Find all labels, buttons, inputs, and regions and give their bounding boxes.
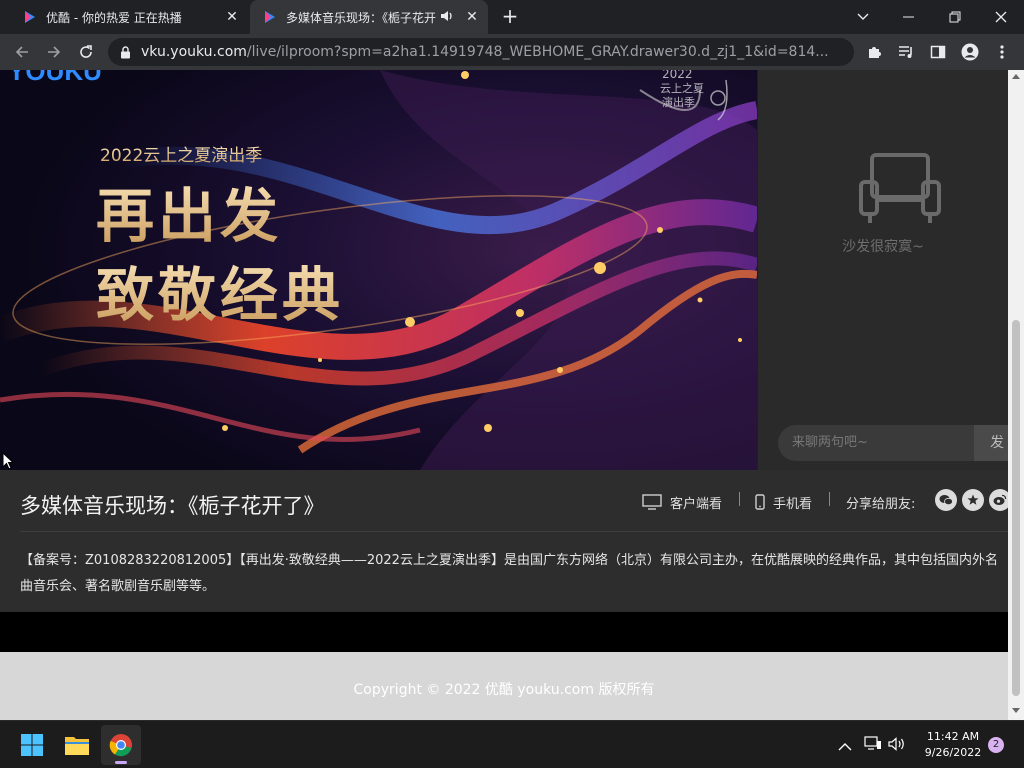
mobile-watch-link[interactable]: 手机看 [755,492,812,512]
client-watch-link[interactable]: 客户端看 [642,492,722,512]
send-button[interactable]: 发 [974,425,1008,461]
browser-menu-icon[interactable] [988,38,1016,66]
lock-icon[interactable] [120,45,131,59]
empty-chat-text: 沙发很寂寞~ [842,239,924,255]
youku-favicon [22,9,38,25]
corner-logo-year: 2022 [662,70,693,81]
tab-search-chevron-icon[interactable] [840,0,886,34]
tab-title: 多媒体音乐现场：《栀子花开了》 [286,10,436,25]
scrollbar-thumb[interactable] [1012,320,1020,696]
volume-icon[interactable] [888,736,906,755]
chat-input[interactable]: 来聊两句吧~ [778,425,974,461]
qzone-share-icon[interactable] [962,489,984,511]
video-frame-artwork: YOUKU 2022云上之夏演出季 再出发 致敬经典 2022 云上之夏 演出季 [0,70,757,470]
media-control-icon[interactable] [892,38,920,66]
url-path: /live/ilproom?spm=a2ha1.14919748_WEBHOME… [246,44,829,60]
tab-youku-home[interactable]: 优酷 - 你的热爱 正在热播 ✕ [8,0,248,34]
wechat-share-icon[interactable] [935,489,957,511]
clock-date: 9/26/2022 [924,746,982,759]
address-bar[interactable]: vku.youku.com/live/ilproom?spm=a2ha1.149… [108,38,854,66]
divider [829,492,830,506]
show-hidden-icons-chevron-icon[interactable] [838,737,852,756]
side-panel-icon[interactable] [924,38,952,66]
page-spacer [0,612,1008,652]
tab-close-icon[interactable]: ✕ [464,9,480,25]
poster-title-line2: 致敬经典 [96,261,344,329]
notification-badge[interactable]: 2 [988,737,1004,753]
scroll-down-arrow-icon[interactable] [1012,708,1020,713]
mobile-watch-label: 手机看 [773,496,813,512]
info-divider [20,531,1008,532]
tab-title: 优酷 - 你的热爱 正在热播 [46,10,182,25]
phone-icon [755,494,765,510]
close-window-button[interactable] [978,0,1024,34]
new-tab-button[interactable]: + [498,5,522,29]
video-player[interactable]: YOUKU 2022云上之夏演出季 再出发 致敬经典 2022 云上之夏 演出季 [0,70,757,470]
page-content: YOUKU 2022云上之夏演出季 再出发 致敬经典 2022 云上之夏 演出季… [0,70,1008,720]
chrome-taskbar-icon[interactable] [101,725,141,765]
active-app-indicator [115,761,127,764]
corner-logo-name: 云上之夏 [660,81,704,95]
copyright-text: Copyright © 2022 优酷 youku.com 版权所有 [353,682,655,698]
page-scrollbar[interactable] [1008,70,1024,720]
audio-playing-icon[interactable] [440,10,454,25]
share-label: 分享给朋友: [846,496,916,512]
forward-button[interactable] [40,38,68,66]
browser-tab-strip: 优酷 - 你的热爱 正在热播 ✕ 多媒体音乐现场：《栀子花开了》 ✕ + [0,0,1024,34]
extensions-puzzle-icon[interactable] [860,38,888,66]
client-watch-label: 客户端看 [670,496,723,512]
scroll-up-arrow-icon[interactable] [1012,74,1020,79]
poster-title-line1: 再出发 [96,182,282,250]
tab-close-icon[interactable]: ✕ [224,9,240,25]
windows-start-icon[interactable] [12,725,52,765]
url-host: vku.youku.com [141,44,247,60]
youku-logo-text: YOUKU [8,70,102,86]
sofa-icon [858,152,942,230]
tab-live-room[interactable]: 多媒体音乐现场：《栀子花开了》 ✕ [250,0,488,34]
reload-button[interactable] [72,38,100,66]
weibo-share-icon[interactable] [989,489,1008,511]
video-description: 【备案号：Z0108283220812005】【再出发·致敬经典——2022云上… [20,553,998,594]
system-clock[interactable]: 11:42 AM 9/26/2022 [916,729,990,761]
minimize-button[interactable] [886,0,932,34]
video-title: 多媒体音乐现场：《栀子花开了》 [20,494,325,518]
profile-avatar-icon[interactable] [956,38,984,66]
video-info-bar: 多媒体音乐现场：《栀子花开了》 客户端看 手机看 分享给朋友: 【备案号：Z01… [0,470,1008,612]
file-explorer-icon[interactable] [57,725,97,765]
youku-favicon [262,9,278,25]
mouse-cursor-icon [2,451,15,474]
monitor-icon [642,494,662,510]
clock-time: 11:42 AM [926,730,980,743]
corner-logo-season: 演出季 [662,95,695,109]
restore-button[interactable] [932,0,978,34]
chat-sidebar: 沙发很寂寞~ 来聊两句吧~ 发 [758,70,1008,470]
back-button[interactable] [8,38,36,66]
poster-subtitle: 2022云上之夏演出季 [100,146,262,166]
divider [739,492,740,506]
page-footer: Copyright © 2022 优酷 youku.com 版权所有 [0,652,1008,720]
windows-taskbar: 11:42 AM 9/26/2022 2 [0,720,1024,768]
network-icon[interactable] [864,735,882,755]
